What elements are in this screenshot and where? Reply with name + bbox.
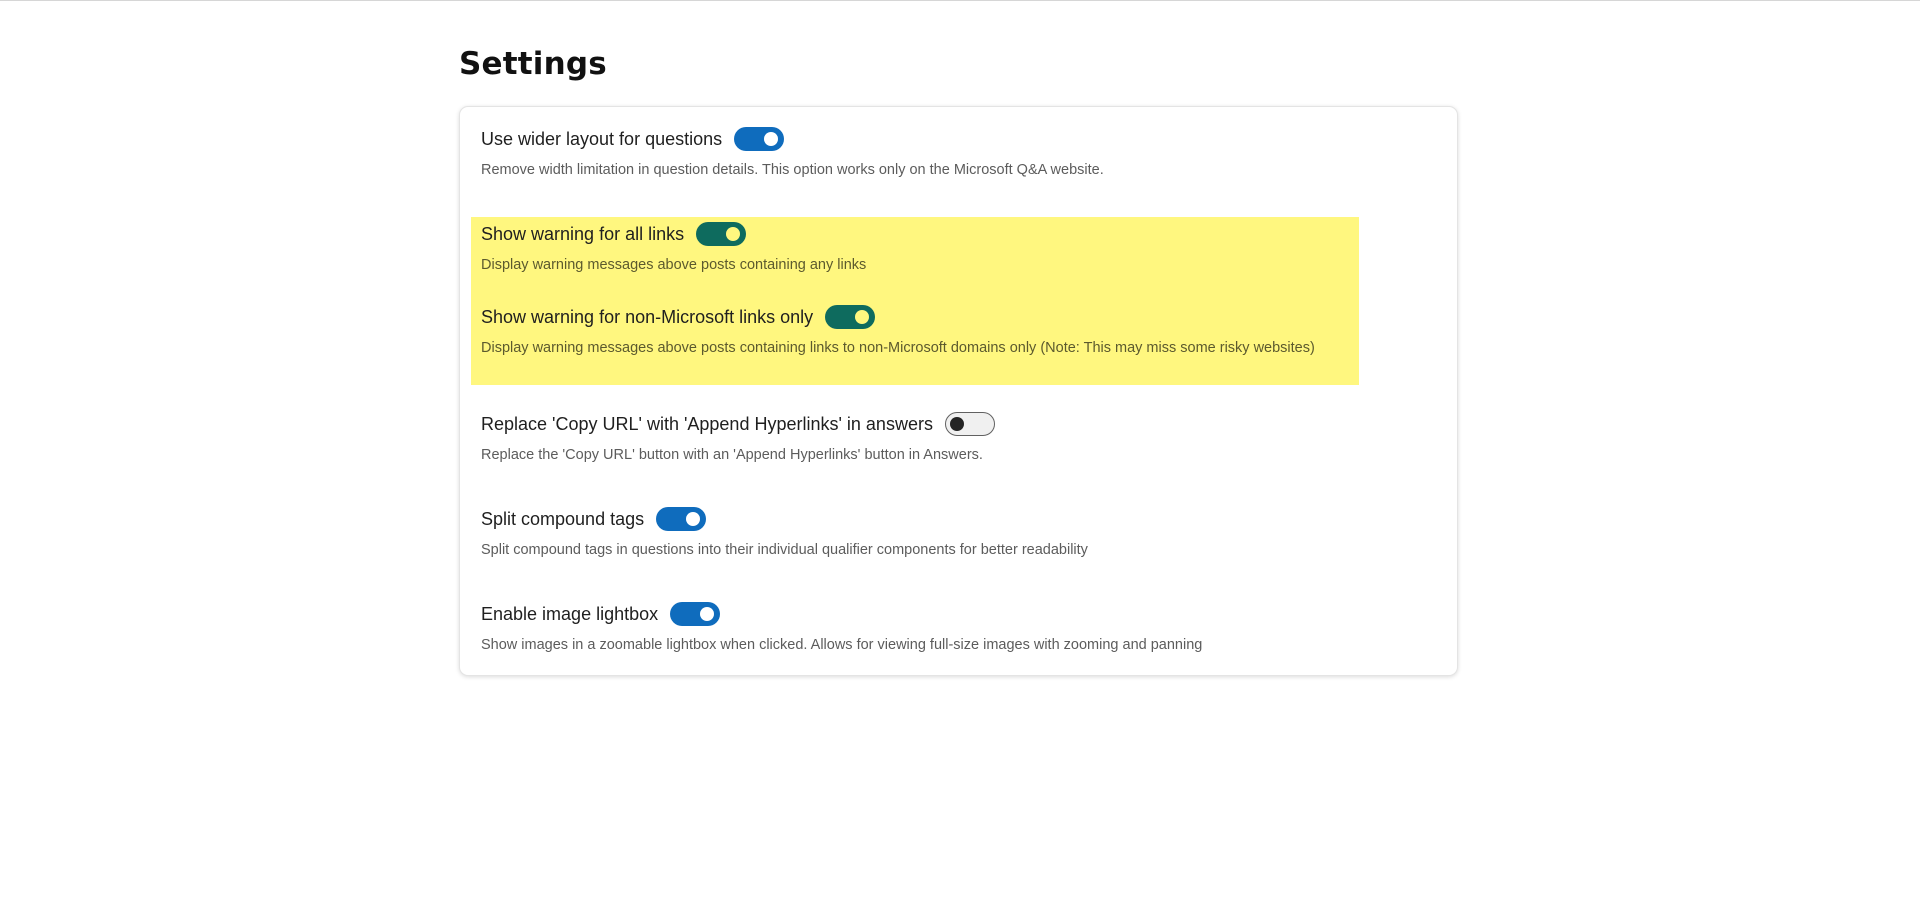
setting-append-hyperlinks: Replace 'Copy URL' with 'Append Hyperlin… <box>471 409 1359 463</box>
toggle-knob <box>726 227 741 241</box>
setting-label: Enable image lightbox <box>481 603 659 624</box>
setting-label: Show warning for non-Microsoft links onl… <box>481 306 814 327</box>
toggle-knob <box>949 417 964 431</box>
setting-description: Display warning messages above posts con… <box>481 257 867 273</box>
setting-split-compound-tags: Split compound tags Split compound tags … <box>471 504 1359 558</box>
setting-description: Show images in a zoomable lightbox when … <box>481 637 1203 653</box>
setting-description: Replace the 'Copy URL' button with an 'A… <box>481 447 983 463</box>
toggle-knob <box>686 512 701 526</box>
setting-image-lightbox: Enable image lightbox Show images in a z… <box>471 599 1359 653</box>
warn-all-links-toggle[interactable] <box>696 222 747 246</box>
setting-label: Split compound tags <box>481 508 645 529</box>
setting-label: Show warning for all links <box>481 223 685 244</box>
setting-warn-all-links: Show warning for all links Display warni… <box>481 219 1359 273</box>
page-title: Settings <box>459 46 607 82</box>
split-compound-tags-toggle[interactable] <box>656 507 707 531</box>
wider-layout-toggle[interactable] <box>734 127 785 151</box>
settings-card: Use wider layout for questions Remove wi… <box>459 106 1458 676</box>
setting-label: Replace 'Copy URL' with 'Append Hyperlin… <box>481 413 933 434</box>
setting-description: Display warning messages above posts con… <box>481 340 1315 356</box>
image-lightbox-toggle[interactable] <box>670 602 721 626</box>
setting-description: Remove width limitation in question deta… <box>481 162 1104 178</box>
warn-non-microsoft-links-toggle[interactable] <box>825 305 876 329</box>
highlighted-link-warning-group: Show warning for all links Display warni… <box>471 217 1359 385</box>
toggle-knob <box>764 132 779 146</box>
setting-wider-layout: Use wider layout for questions Remove wi… <box>471 124 1359 178</box>
setting-label: Use wider layout for questions <box>481 128 723 149</box>
setting-description: Split compound tags in questions into th… <box>481 542 1088 558</box>
setting-warn-non-microsoft-links: Show warning for non-Microsoft links onl… <box>481 302 1359 356</box>
toggle-knob <box>700 607 715 621</box>
toggle-knob <box>855 310 870 324</box>
top-border <box>0 0 1920 1</box>
append-hyperlinks-toggle[interactable] <box>944 412 995 436</box>
